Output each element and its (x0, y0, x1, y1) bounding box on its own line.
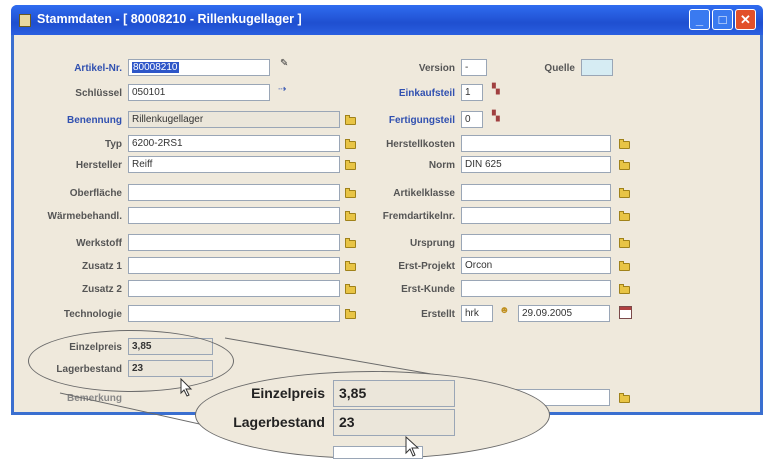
cursor-icon (180, 378, 193, 397)
zoom-lagerbestand-label: Lagerbestand (233, 414, 325, 430)
zoom-lagerbestand-field: 23 (333, 409, 455, 436)
zoom-einzelpreis-label: Einzelpreis (251, 385, 325, 401)
zoom-einzelpreis-field: 3,85 (333, 380, 455, 407)
cursor-icon (405, 436, 420, 457)
